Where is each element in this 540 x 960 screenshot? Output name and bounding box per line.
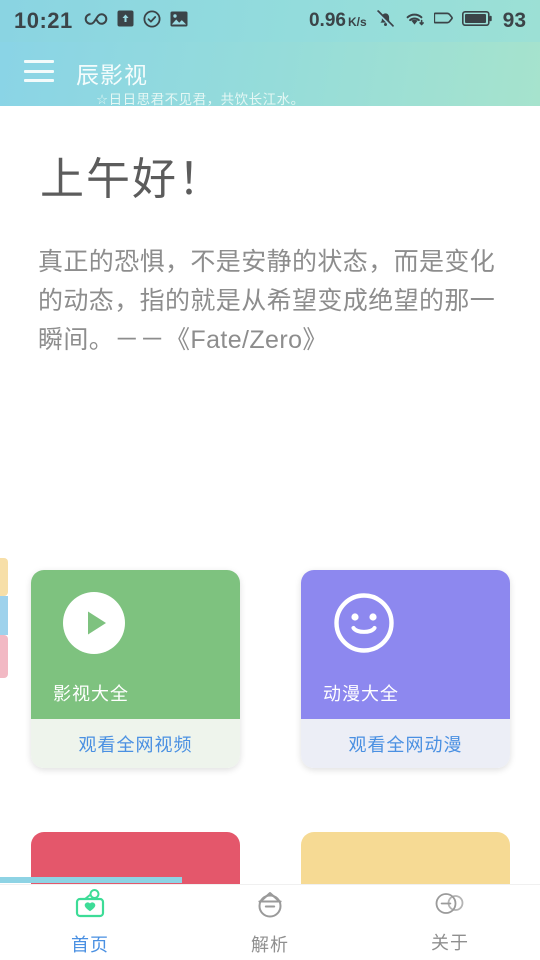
app-header: 辰影视 ☆日日思君不见君，共饮长江水。 [0, 42, 540, 107]
app-root: 10:21 0.96 K/s 93 辰影视 ☆日日思君不见君，共饮长江水。 上午… [0, 0, 540, 960]
quote-text: 真正的恐惧，不是安静的状态，而是变化的动态，指的就是从希望变成绝望的那一瞬间。－… [38, 248, 496, 354]
edge-sliver-blue [0, 596, 8, 635]
home-box-heart-icon [73, 888, 107, 925]
card-anime-label: 动漫大全 [323, 684, 399, 704]
status-bar: 10:21 0.96 K/s 93 [0, 0, 540, 42]
edge-sliver-yellow [0, 558, 8, 596]
hamburger-menu-icon[interactable] [24, 60, 54, 82]
edge-sliver-pink [0, 635, 8, 678]
nav-label-parse: 解析 [251, 935, 289, 955]
sim-icon [433, 11, 453, 32]
bottom-nav: 首页 解析 关于 [0, 884, 540, 960]
card-movies-label: 影视大全 [53, 684, 129, 704]
nav-label-about: 关于 [431, 933, 469, 953]
nav-item-about[interactable]: 关于 [360, 885, 540, 960]
battery-level: 93 [502, 9, 526, 32]
status-left-icons [84, 10, 188, 33]
nav-item-home[interactable]: 首页 [0, 885, 180, 960]
network-speed: 0.96 K/s [309, 10, 367, 32]
scroll-indicator[interactable] [0, 877, 182, 883]
battery-icon [461, 11, 492, 31]
wifi-icon [404, 10, 425, 32]
image-icon [170, 11, 188, 32]
header-subtitle: ☆日日思君不见君，共饮长江水。 [96, 92, 305, 107]
upload-box-icon [117, 10, 134, 32]
greeting-text: 上午好！ [40, 155, 224, 204]
card-movies-footer[interactable]: 观看全网视频 [31, 719, 240, 768]
page-title: 辰影视 [76, 62, 148, 88]
play-circle-icon [63, 592, 125, 654]
infinity-icon [84, 12, 108, 31]
card-anime[interactable]: 动漫大全 观看全网动漫 [301, 570, 510, 768]
card-movies[interactable]: 影视大全 观看全网视频 [31, 570, 240, 768]
nav-label-home: 首页 [71, 935, 109, 955]
parse-circle-icon [254, 888, 286, 925]
smiley-face-icon [333, 592, 395, 654]
network-speed-value: 0.96 [308, 10, 346, 31]
nav-item-parse[interactable]: 解析 [180, 885, 360, 960]
card-anime-top: 动漫大全 [301, 570, 510, 719]
status-time: 10:21 [14, 8, 73, 33]
status-right-icons: 0.96 K/s 93 [309, 9, 526, 33]
check-circle-icon [143, 10, 161, 33]
card-anime-footer[interactable]: 观看全网动漫 [301, 719, 510, 768]
bell-muted-icon [376, 9, 395, 33]
network-speed-unit: K/s [347, 15, 367, 29]
two-circles-icon [433, 890, 467, 923]
card-movies-top: 影视大全 [31, 570, 240, 719]
